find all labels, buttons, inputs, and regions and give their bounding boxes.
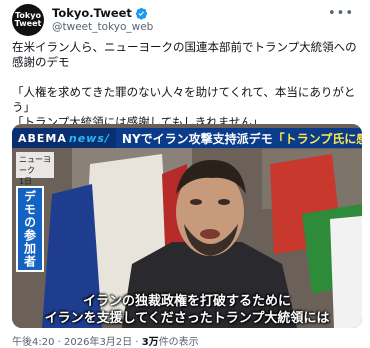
timestamp[interactable]: 午後4:20 · 2026年3月2日 (12, 337, 132, 348)
avatar[interactable]: Tokyo Tweet (12, 4, 44, 36)
headline-prefix: NYでイラン攻撃支持派デモ (121, 131, 273, 146)
display-name[interactable]: Tokyo.Tweet (52, 6, 132, 20)
abema-brand-suffix: news/ (68, 131, 110, 145)
name-row: Tokyo.Tweet (52, 6, 148, 20)
headline-highlight: 「トランプ氏に感謝」 (272, 131, 362, 146)
views-label: 件の表示 (158, 337, 199, 348)
tweet-text: 在米イラン人ら、ニューヨークの国連本部前でトランプ大統領への感謝のデモ 「人権を… (12, 40, 357, 129)
more-options-icon[interactable]: ••• (328, 6, 354, 21)
avatar-text-line2: Tweet (14, 19, 42, 28)
handle[interactable]: @tweet_tokyo_web (52, 21, 153, 33)
abema-brand: ABEMA (18, 131, 67, 145)
tweet-media[interactable]: ABEMA news/ NYでイラン攻撃支持派デモ「トランプ氏に感謝」 ニューヨ… (12, 124, 362, 328)
news-banner: ABEMA news/ NYでイラン攻撃支持派デモ「トランプ氏に感謝」 (12, 128, 362, 148)
news-headline: NYでイラン攻撃支持派デモ「トランプ氏に感謝」 (122, 130, 362, 147)
location-line1: ニューヨーク (19, 155, 51, 175)
tweet-footer: 午後4:20 · 2026年3月2日 · 3万件の表示 (12, 333, 199, 348)
abema-logo: ABEMA news/ (12, 128, 116, 148)
verified-badge-icon (135, 7, 148, 20)
side-label: デモの参加者 (16, 186, 44, 272)
views-count: 3万 (141, 337, 159, 348)
subtitle-line2: イランを支援してくださったトランプ大統領には (44, 311, 330, 326)
location-tag: ニューヨーク 1日 (16, 152, 54, 186)
tweet-header: Tokyo Tweet Tokyo.Tweet @tweet_tokyo_web… (12, 4, 362, 38)
